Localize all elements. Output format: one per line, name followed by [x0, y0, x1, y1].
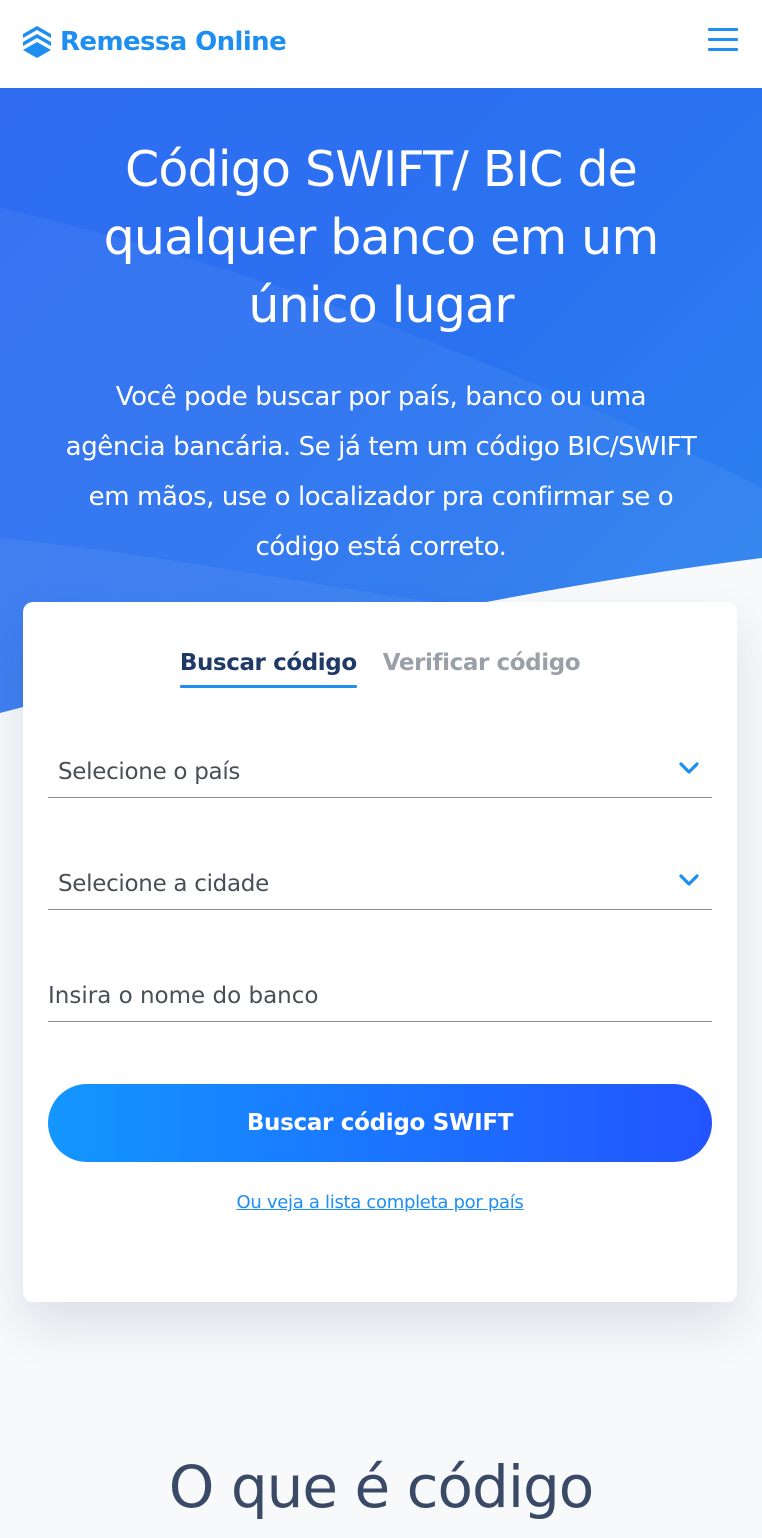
hamburger-menu-icon[interactable]: [708, 28, 738, 58]
section-title: O que é código: [168, 1453, 595, 1521]
hero-subtitle-line: agência bancária. Se já tem um código BI…: [65, 432, 697, 462]
search-swift-button[interactable]: Buscar código SWIFT: [48, 1084, 712, 1162]
hero-subtitle: Você pode buscar por país, banco ou uma …: [30, 372, 732, 572]
brand-name: Remessa Online: [60, 27, 287, 57]
tab-verificar-codigo[interactable]: Verificar código: [383, 650, 581, 688]
hero-subtitle-line: código está correto.: [255, 532, 507, 562]
city-select-placeholder: Selecione a cidade: [58, 870, 269, 897]
swift-search-card: Buscar código Verificar código Selecione…: [23, 602, 737, 1302]
chevron-down-icon: [679, 874, 699, 886]
bank-name-field: [48, 970, 712, 1022]
hero-title: Código SWIFT/ BIC de qualquer banco em u…: [60, 136, 702, 340]
hero-title-line: único lugar: [248, 277, 514, 334]
hero-title-line: Código SWIFT/ BIC de: [124, 141, 638, 198]
hero-subtitle-line: em mãos, use o localizador pra confirmar…: [88, 482, 674, 512]
page: Remessa Online Código SWIFT/ BIC de qual…: [0, 0, 762, 1538]
hero-title-line: qualquer banco em um: [103, 209, 660, 266]
city-select[interactable]: Selecione a cidade: [48, 858, 712, 910]
top-header: Remessa Online: [0, 0, 762, 88]
country-select-placeholder: Selecione o país: [58, 758, 241, 785]
search-mode-tabs: Buscar código Verificar código: [23, 650, 737, 690]
chevron-down-icon: [679, 762, 699, 774]
menu-line: [708, 48, 738, 51]
tab-buscar-codigo[interactable]: Buscar código: [179, 650, 357, 688]
bank-name-input[interactable]: [48, 970, 712, 1021]
full-list-link[interactable]: Ou veja a lista completa por país: [23, 1192, 737, 1213]
country-select[interactable]: Selecione o país: [48, 746, 712, 798]
hero-subtitle-line: Você pode buscar por país, banco ou uma: [115, 382, 647, 412]
menu-line: [708, 28, 738, 31]
remessa-logo-icon: [23, 26, 51, 58]
menu-line: [708, 38, 738, 41]
brand-logo-link[interactable]: Remessa Online: [22, 24, 287, 60]
